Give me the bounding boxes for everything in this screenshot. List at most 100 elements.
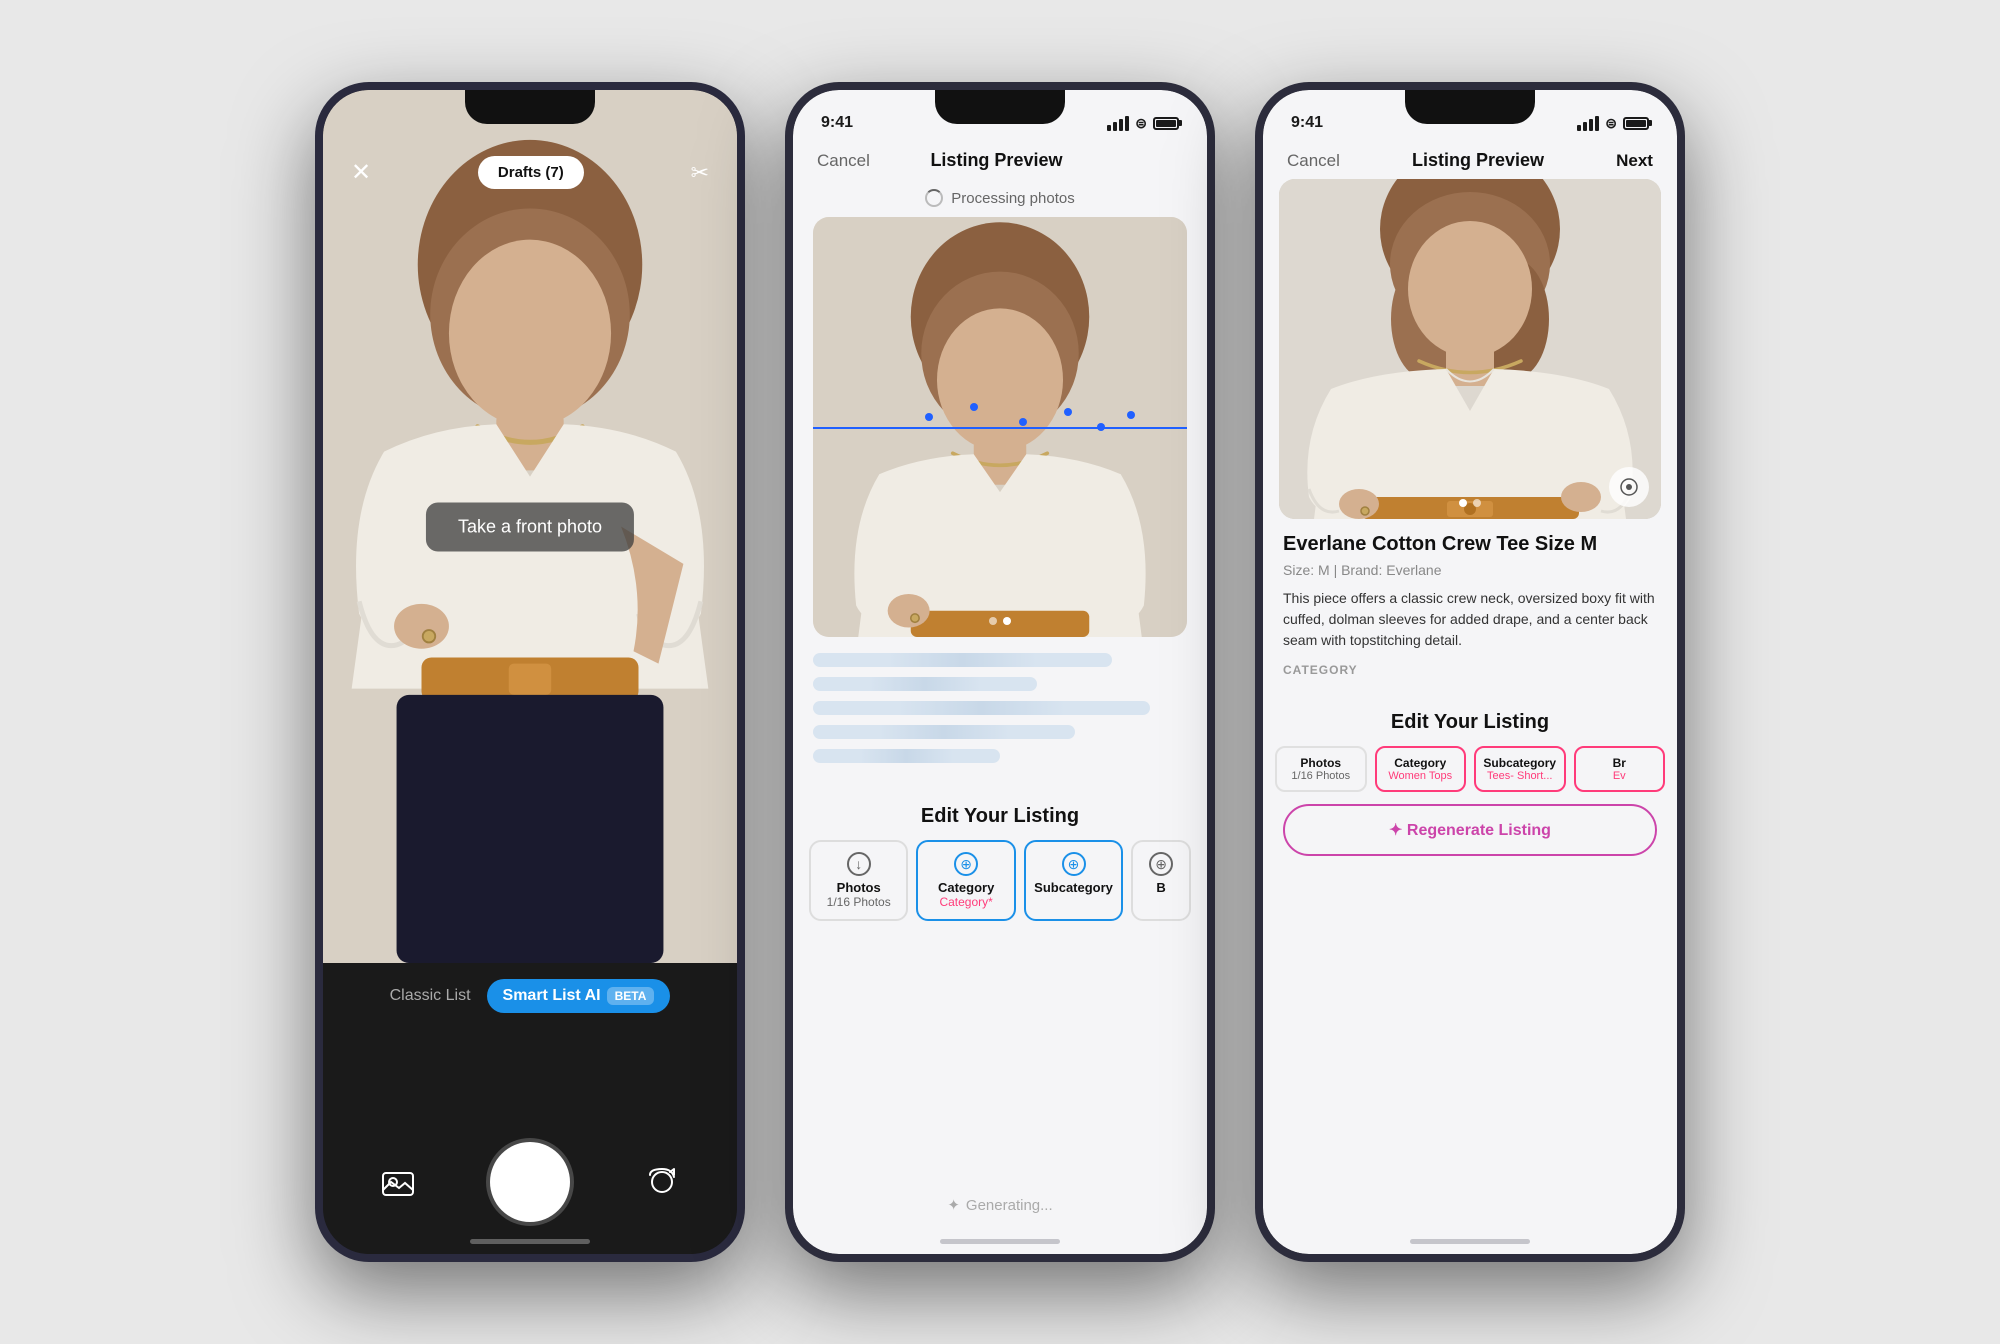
tab-category-icon-2: ⊕ [954, 852, 978, 876]
classic-mode-label[interactable]: Classic List [390, 987, 471, 1005]
skeleton-line-1 [813, 653, 1112, 667]
listing-title: Everlane Cotton Crew Tee Size M [1283, 533, 1657, 556]
listing-tabs-3: Photos 1/16 Photos Category Women Tops S… [1263, 746, 1677, 792]
edit-listing-title-2: Edit Your Listing [793, 789, 1207, 840]
notch-camera [465, 90, 595, 124]
tab-more-2[interactable]: ⊕ B [1131, 840, 1191, 921]
processing-text: Processing photos [951, 190, 1074, 207]
skeleton-line-4 [813, 725, 1075, 739]
screen-listing: 9:41 ⊜ Cancel Listing Preview Next [1263, 90, 1677, 1254]
listing-info: Everlane Cotton Crew Tee Size M Size: M … [1263, 519, 1677, 695]
skeleton-line-5 [813, 749, 1000, 763]
tab-category-label-2: Category [938, 880, 994, 895]
ltab-subcategory-label: Subcategory [1483, 756, 1556, 770]
cancel-button-3[interactable]: Cancel [1287, 151, 1340, 171]
tab-photos-label-2: Photos [837, 880, 881, 895]
photo-preview-2 [813, 217, 1187, 637]
preview-photo-2 [813, 217, 1187, 637]
scan-dots [813, 393, 1187, 453]
ltab-photos-sublabel: 1/16 Photos [1291, 770, 1350, 782]
phone-processing: 9:41 ⊜ Cancel Listing Preview [785, 82, 1215, 1262]
home-indicator-2 [940, 1239, 1060, 1244]
gallery-button[interactable] [373, 1157, 423, 1207]
skeleton-loading [793, 637, 1207, 789]
drafts-badge[interactable]: Drafts (7) [478, 156, 584, 189]
close-button[interactable]: ✕ [351, 158, 371, 187]
status-time-2: 9:41 [821, 114, 853, 132]
camera-corner-button[interactable] [1609, 467, 1649, 507]
scissors-button[interactable]: ✂ [691, 160, 709, 186]
skeleton-line-2 [813, 677, 1037, 691]
smart-mode-button[interactable]: Smart List AI BETA [487, 979, 671, 1013]
next-button-3[interactable]: Next [1616, 151, 1653, 171]
ltab-brand-sublabel: Ev [1613, 770, 1626, 782]
regenerate-button[interactable]: ✦ Regenerate Listing [1283, 804, 1657, 856]
battery-icon-2 [1153, 117, 1179, 130]
listing-meta: Size: M | Brand: Everlane [1283, 562, 1657, 578]
tab-category-2[interactable]: ⊕ Category Category* [916, 840, 1015, 921]
ltab-photos-label: Photos [1300, 756, 1341, 770]
tab-photos-icon-2: ↓ [847, 852, 871, 876]
ltab-photos[interactable]: Photos 1/16 Photos [1275, 746, 1367, 792]
ltab-subcategory[interactable]: Subcategory Tees- Short... [1474, 746, 1566, 792]
generating-text: Generating... [966, 1197, 1053, 1214]
mode-toggle: Classic List Smart List AI BETA [390, 979, 671, 1013]
home-indicator-3 [1410, 1239, 1530, 1244]
ltab-brand[interactable]: Br Ev [1574, 746, 1666, 792]
nav-bar-3: Cancel Listing Preview Next [1263, 142, 1677, 179]
phone-listing: 9:41 ⊜ Cancel Listing Preview Next [1255, 82, 1685, 1262]
battery-icon-3 [1623, 117, 1649, 130]
listing-photo-dot-1 [1459, 499, 1467, 507]
signal-icon-3 [1577, 116, 1599, 131]
tab-more-icon-2: ⊕ [1149, 852, 1173, 876]
camera-top-bar: ✕ Drafts (7) ✂ [323, 142, 737, 203]
ltab-category-label: Category [1394, 756, 1446, 770]
photo-dot-1 [989, 617, 997, 625]
tab-more-label-2: B [1156, 880, 1165, 895]
photo-dot-2 [1003, 617, 1011, 625]
signal-icon-2 [1107, 116, 1129, 131]
shutter-row [323, 1142, 737, 1222]
tab-subcategory-label-2: Subcategory [1034, 880, 1113, 895]
listing-image [1279, 179, 1661, 519]
camera-overlay: Take a front photo [426, 502, 634, 551]
status-time-3: 9:41 [1291, 114, 1323, 132]
nav-title-2: Listing Preview [930, 150, 1062, 171]
photo-indicators-2 [989, 617, 1011, 625]
tab-subcategory-icon-2: ⊕ [1062, 852, 1086, 876]
tab-photos-2[interactable]: ↓ Photos 1/16 Photos [809, 840, 908, 921]
flip-camera-button[interactable] [637, 1157, 687, 1207]
notch-listing [1405, 90, 1535, 124]
generating-bar: ✦ Generating... [793, 1196, 1207, 1214]
skeleton-line-3 [813, 701, 1150, 715]
wifi-icon-3: ⊜ [1605, 115, 1617, 132]
nav-bar-2: Cancel Listing Preview [793, 142, 1207, 179]
camera-viewfinder: Take a front photo [323, 90, 737, 963]
tab-category-sublabel-2: Category* [939, 895, 992, 909]
screen-processing: 9:41 ⊜ Cancel Listing Preview [793, 90, 1207, 1254]
sparkle-icon: ✦ [947, 1196, 960, 1214]
ltab-brand-label: Br [1613, 756, 1626, 770]
ltab-category-sublabel: Women Tops [1388, 770, 1452, 782]
home-indicator-1 [470, 1239, 590, 1244]
camera-controls: Classic List Smart List AI BETA [323, 963, 737, 1254]
tab-subcategory-2[interactable]: ⊕ Subcategory [1024, 840, 1123, 921]
phone-camera: Take a front photo ✕ Drafts (7) ✂ Classi… [315, 82, 745, 1262]
listing-tabs-2: ↓ Photos 1/16 Photos ⊕ Category Category… [793, 840, 1207, 921]
smart-mode-label: Smart List AI [503, 987, 601, 1005]
processing-header: Processing photos [793, 179, 1207, 217]
beta-badge: BETA [607, 987, 655, 1005]
screen-camera: Take a front photo ✕ Drafts (7) ✂ Classi… [323, 90, 737, 1254]
category-label: CATEGORY [1283, 663, 1657, 677]
status-icons-2: ⊜ [1107, 115, 1179, 132]
wifi-icon-2: ⊜ [1135, 115, 1147, 132]
cancel-button-2[interactable]: Cancel [817, 151, 870, 171]
notch-processing [935, 90, 1065, 124]
shutter-button[interactable] [490, 1142, 570, 1222]
nav-title-3: Listing Preview [1412, 150, 1544, 171]
tab-photos-sublabel-2: 1/16 Photos [827, 895, 891, 909]
ltab-subcategory-sublabel: Tees- Short... [1487, 770, 1552, 782]
ltab-category[interactable]: Category Women Tops [1375, 746, 1467, 792]
listing-photo-dots [1459, 499, 1481, 507]
edit-listing-title-3: Edit Your Listing [1263, 695, 1677, 746]
